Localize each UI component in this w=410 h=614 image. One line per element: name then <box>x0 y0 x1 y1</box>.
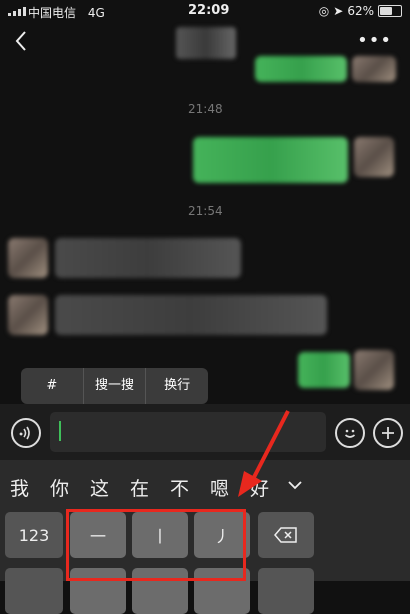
message-incoming[interactable] <box>55 295 327 335</box>
message-outgoing[interactable] <box>298 352 350 388</box>
annotation-arrow <box>238 410 290 497</box>
message-outgoing[interactable] <box>193 137 348 183</box>
menu-item-hash[interactable]: # <box>21 368 84 404</box>
status-bar: 中国电信 4G 22:09 ◎ ➤ 62% <box>0 0 410 22</box>
orientation-lock-icon: ◎ <box>318 4 330 18</box>
input-context-menu: # 搜一搜 换行 <box>21 368 208 404</box>
candidate-word[interactable]: 不 <box>170 474 210 501</box>
add-icon[interactable] <box>373 418 403 448</box>
chat-title-blurred <box>176 27 236 59</box>
timestamp: 21:48 <box>188 102 223 116</box>
annotation-highlight-box <box>66 509 246 581</box>
timestamp: 21:54 <box>188 204 223 218</box>
location-icon: ➤ <box>333 4 344 18</box>
candidate-word[interactable]: 这 <box>90 474 130 501</box>
menu-item-newline[interactable]: 换行 <box>146 368 208 404</box>
avatar[interactable] <box>352 56 396 82</box>
candidate-word[interactable]: 在 <box>130 474 170 501</box>
candidate-word[interactable]: 我 <box>10 474 50 501</box>
key-123[interactable]: 123 <box>5 512 63 558</box>
avatar[interactable] <box>8 238 48 278</box>
status-time: 22:09 <box>188 3 230 18</box>
battery-icon <box>378 5 402 17</box>
delete-key[interactable] <box>258 512 314 558</box>
backspace-icon <box>274 527 297 543</box>
avatar[interactable] <box>354 137 394 177</box>
candidate-word[interactable]: 你 <box>50 474 90 501</box>
message-incoming[interactable] <box>55 238 241 278</box>
battery-percent: 62% <box>347 4 374 18</box>
avatar[interactable] <box>8 295 48 335</box>
emoji-icon[interactable] <box>335 418 365 448</box>
signal-icon <box>8 6 26 16</box>
message-outgoing[interactable] <box>255 56 347 82</box>
network-label: 4G <box>87 6 105 20</box>
keyboard-key[interactable] <box>5 568 63 614</box>
avatar[interactable] <box>354 350 394 390</box>
more-options-button[interactable]: ••• <box>357 30 392 51</box>
keyboard-key[interactable] <box>258 568 314 614</box>
text-caret <box>59 421 61 441</box>
menu-item-search[interactable]: 搜一搜 <box>84 368 147 404</box>
carrier-label: 中国电信 <box>28 6 77 20</box>
back-icon[interactable] <box>14 30 34 54</box>
voice-icon[interactable] <box>11 418 41 448</box>
